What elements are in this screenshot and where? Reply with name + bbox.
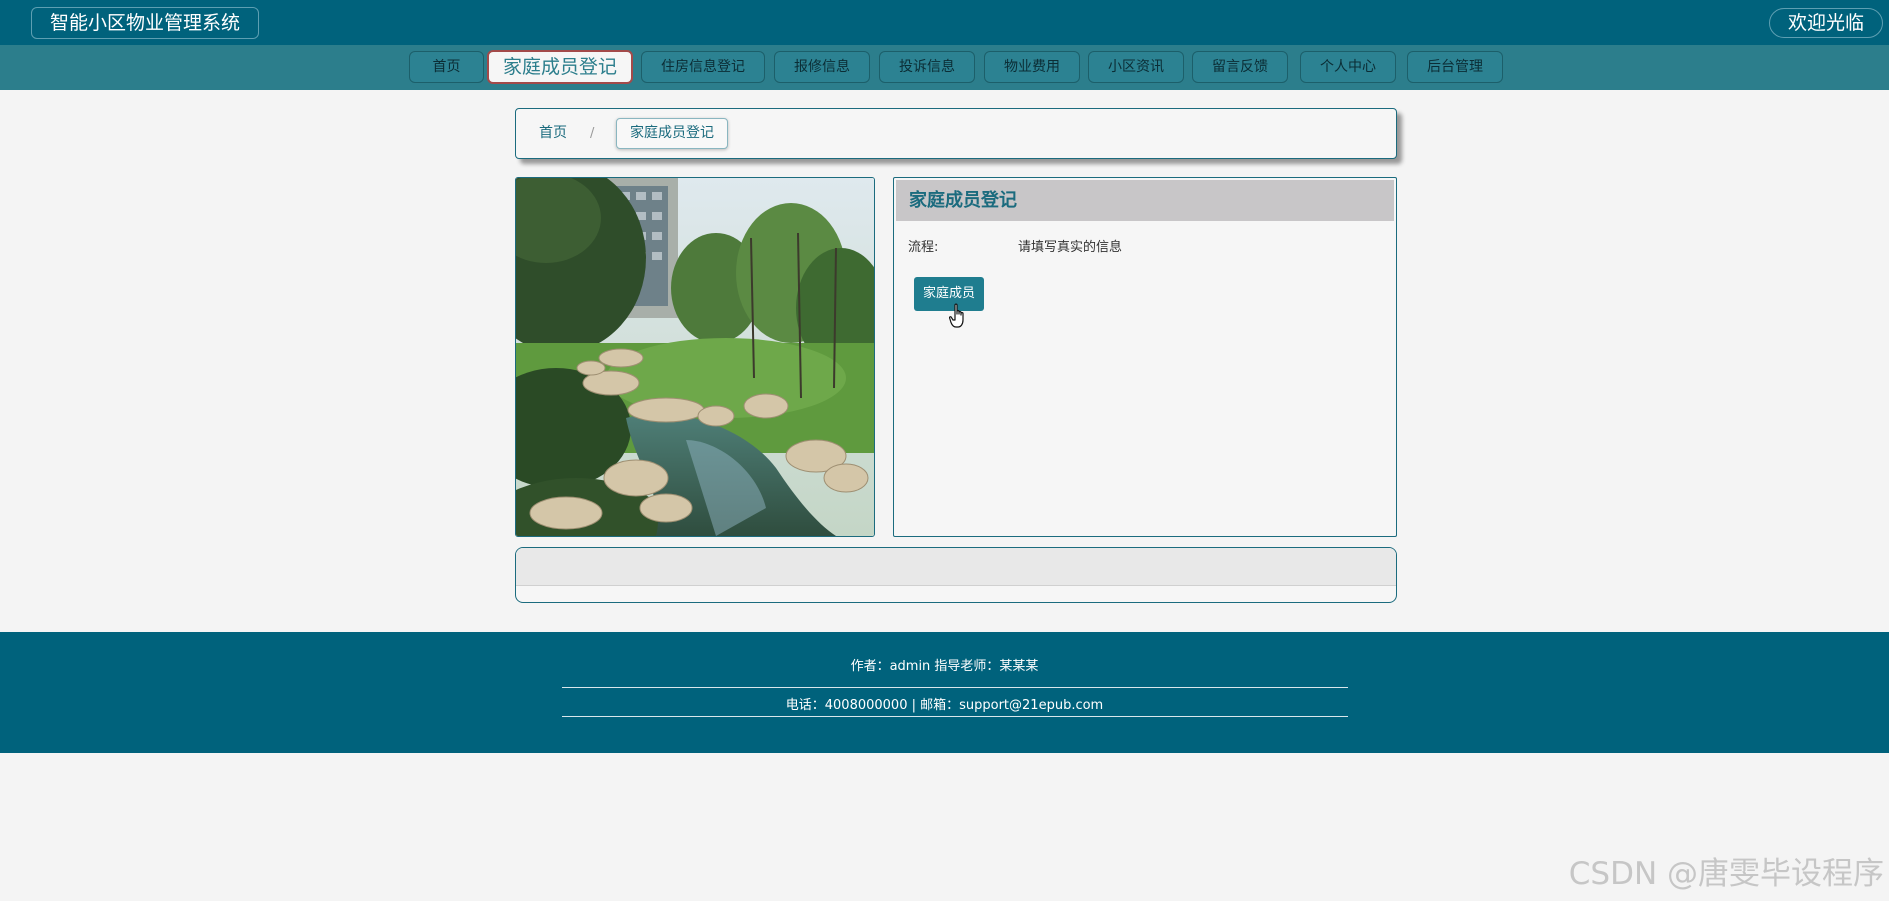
- main-nav: 首页 家庭成员登记 住房信息登记 报修信息 投诉信息 物业费用 小区资讯 留言反…: [0, 45, 1889, 90]
- hand-cursor-icon: [949, 303, 964, 328]
- footer-divider: [562, 687, 1348, 688]
- flow-text: 请填写真实的信息: [1018, 240, 1123, 255]
- footer-author: 作者：admin 指导老师：某某某: [850, 659, 1039, 674]
- nav-item-repair[interactable]: 报修信息: [774, 51, 870, 83]
- flow-label: 流程:: [908, 240, 939, 255]
- breadcrumb: 首页 / 家庭成员登记: [515, 108, 1397, 159]
- nav-item-personal-center[interactable]: 个人中心: [1300, 51, 1396, 83]
- footer-divider: [562, 716, 1348, 717]
- nav-item-admin[interactable]: 后台管理: [1407, 51, 1503, 83]
- nav-item-family-members[interactable]: 家庭成员登记: [487, 50, 633, 84]
- nav-item-complaint[interactable]: 投诉信息: [879, 51, 975, 83]
- nav-item-property-fees[interactable]: 物业费用: [984, 51, 1080, 83]
- content-box-header: [516, 548, 1396, 586]
- site-title[interactable]: 智能小区物业管理系统: [31, 7, 260, 39]
- top-header-bar: 智能小区物业管理系统 欢迎光临: [0, 0, 1889, 45]
- garden-photo: [515, 177, 875, 537]
- nav-item-home[interactable]: 首页: [409, 51, 484, 83]
- nav-item-community-news[interactable]: 小区资讯: [1088, 51, 1184, 83]
- welcome-badge: 欢迎光临: [1768, 8, 1883, 38]
- nav-item-housing-registration[interactable]: 住房信息登记: [641, 51, 765, 83]
- nav-item-feedback[interactable]: 留言反馈: [1192, 51, 1288, 83]
- panel-title: 家庭成员登记: [909, 190, 1017, 211]
- content-box: [515, 547, 1397, 603]
- breadcrumb-current: 家庭成员登记: [616, 118, 728, 149]
- footer: 作者：admin 指导老师：某某某 电话：4008000000 | 邮箱：sup…: [0, 632, 1889, 753]
- family-registration-panel: 家庭成员登记 流程: 请填写真实的信息 家庭成员: [893, 177, 1397, 537]
- breadcrumb-separator: /: [590, 126, 595, 141]
- panel-header: 家庭成员登记: [896, 180, 1394, 221]
- footer-contact: 电话：4008000000 | 邮箱：support@21epub.com: [785, 698, 1104, 713]
- breadcrumb-home-link[interactable]: 首页: [539, 109, 567, 158]
- watermark: CSDN @唐雯毕设程序: [1568, 856, 1884, 892]
